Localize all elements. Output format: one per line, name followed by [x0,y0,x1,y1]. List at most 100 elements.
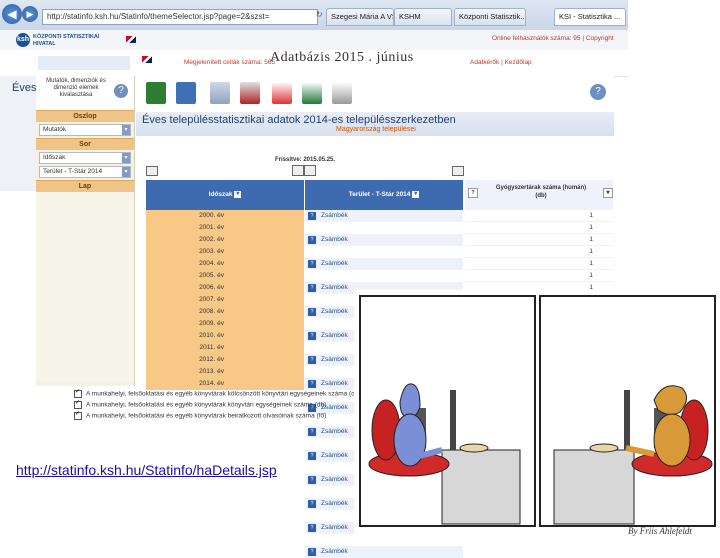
info-icon[interactable]: ? [308,428,316,436]
checkbox[interactable] [74,388,82,398]
select-label: Időszak [43,154,66,161]
cell-place[interactable]: ? Zsámbék [305,234,463,246]
address-bar[interactable]: http://statinfo.ksh.hu/Statinfo/themeSel… [42,9,318,25]
column-header-idoszak[interactable]: Időszak ▾ [146,180,304,210]
menu-links[interactable]: Adatkérők | Kezdőlap [470,59,532,66]
chevron-down-icon[interactable]: ▾ [234,190,242,198]
cell-place-label: Zsámbék [321,332,348,339]
select-mutatok[interactable]: Mutatók ▾ [39,124,131,136]
left-panel-title: Mutatók, dimenziók és dimenzió elemek ki… [46,78,106,98]
browser-tab[interactable]: KSHM [394,8,452,26]
cartoon-credit: By Friis Ahlefeldt [628,526,692,536]
browser-tab[interactable]: Szegesi Mária A VS... [326,8,394,26]
report-title: Éves településstatisztikai adatok 2014-e… [142,114,456,126]
cell-value: 1 [465,270,613,282]
expand-icon[interactable] [452,166,464,176]
print-icon[interactable] [240,82,260,104]
cell-place[interactable]: ? Zsámbék [305,210,463,222]
cell-year: 2001. év [146,222,304,234]
pivot-icon[interactable] [292,165,304,176]
ksh-logo-icon: ksh [16,33,30,47]
refresh-icon[interactable]: ↻ [316,10,324,20]
checkbox[interactable] [74,410,82,420]
chevron-down-icon[interactable]: ▾ [412,190,420,198]
select-terulet[interactable]: Terület - T-Stár 2014 ▾ [39,166,131,178]
info-icon[interactable]: ? [308,452,316,460]
cell-year: 2009. év [146,318,304,330]
cell-place-label: Zsámbék [321,380,348,387]
report-subtitle: Magyarország települései [336,126,416,133]
cell-place-label: Zsámbék [321,476,348,483]
info-icon[interactable]: ? [308,212,316,220]
chevron-down-icon: ▾ [122,125,130,135]
swap-icon[interactable] [304,165,316,176]
left-panel-empty [36,192,134,382]
source-url-link[interactable]: http://statinfo.ksh.hu/Statinfo/haDetail… [16,462,277,478]
checkbox-item-3[interactable]: A munkahelyi, felsőoktatási és egyéb kön… [74,410,326,420]
info-icon[interactable]: ? [468,188,478,198]
info-icon[interactable]: ? [308,332,316,340]
checkbox[interactable] [74,399,82,409]
info-icon[interactable]: ? [308,308,316,316]
pdf-icon[interactable] [272,82,292,104]
folder-icon[interactable] [176,82,196,104]
cell-place-label: Zsámbék [321,284,348,291]
cell-place-label: Zsámbék [321,356,348,363]
site-header: ksh KÖZPONTI STATISZTIKAI HIVATAL Online… [0,30,628,50]
chevron-down-icon: ▾ [122,153,130,163]
uk-flag-icon[interactable] [126,36,136,43]
cell-year: 2005. év [146,270,304,282]
cell-place[interactable]: ? Zsámbék [305,258,463,270]
chevron-down-icon[interactable]: ▾ [603,188,613,198]
slide-title: Adatbázis 2015 . június [270,50,414,65]
info-icon[interactable]: ? [308,236,316,244]
csv-icon[interactable] [332,82,352,104]
save-icon[interactable] [146,82,166,104]
cell-place-label: Zsámbék [321,524,348,531]
back-button[interactable]: ◀ [2,4,22,24]
section-header-sor: Sor [36,138,134,150]
info-icon[interactable]: ? [308,500,316,508]
cell-place-label: Zsámbék [321,500,348,507]
info-icon[interactable]: ? [308,356,316,364]
collapse-icon[interactable] [146,166,158,176]
info-icon[interactable]: ? [308,524,316,532]
info-icon[interactable]: ? [308,260,316,268]
cell-place[interactable]: ? Zsámbék [305,546,463,558]
cell-year: 2014. év [146,378,304,390]
cell-year: 2012. év [146,354,304,366]
checkbox-item-1[interactable]: A munkahelyi, felsőoktatási és egyéb kön… [74,388,361,398]
uk-flag-icon[interactable] [142,56,152,63]
forward-button[interactable]: ▶ [22,6,38,22]
browser-tab-active[interactable]: KSI - Statisztika ... [554,8,626,26]
cell-year: 2002. év [146,234,304,246]
header-links[interactable]: Online felhasználók száma: 95 | Copyrigh… [492,35,614,42]
chart-icon[interactable] [210,82,230,104]
report-title-bar: Éves településstatisztikai adatok 2014-e… [136,112,614,136]
cell-year: 2010. év [146,330,304,342]
left-panel-header: Mutatók, dimenziók és dimenzió elemek ki… [36,76,134,110]
cell-value: 1 [465,222,613,234]
column-header-terulet[interactable]: Terület - T-Stár 2014 ▾ [305,180,463,210]
cell-value: 1 [465,210,613,222]
browser-tab[interactable]: Központi Statisztik... [454,8,526,26]
column-header-label: Terület - T-Stár 2014 [348,191,411,198]
info-icon[interactable]: ? [308,476,316,484]
cell-year: 2004. év [146,258,304,270]
info-icon[interactable]: ? [308,284,316,292]
checkbox-label: A munkahelyi, felsőoktatási és egyéb kön… [86,390,361,398]
browser-toolbar: ◀ ▶ http://statinfo.ksh.hu/Statinfo/them… [0,0,628,31]
report-toolbar: ? [136,76,614,112]
cell-year: 2006. év [146,282,304,294]
column-header-value[interactable]: Gyógyszertárak száma (humán) (db) ? ▾ [465,180,613,210]
select-idoszak[interactable]: Időszak ▾ [39,152,131,164]
excel-icon[interactable] [302,82,322,104]
help-icon[interactable]: ? [114,84,128,98]
cell-place-label: Zsámbék [321,308,348,315]
info-icon[interactable]: ? [308,548,316,556]
help-icon[interactable]: ? [590,84,606,100]
page-fragment-title: Éves [12,82,37,94]
cell-place-label: Zsámbék [321,548,348,555]
checkbox-item-2[interactable]: A munkahelyi, felsőoktatási és egyéb kön… [74,399,326,409]
info-icon[interactable]: ? [308,380,316,388]
